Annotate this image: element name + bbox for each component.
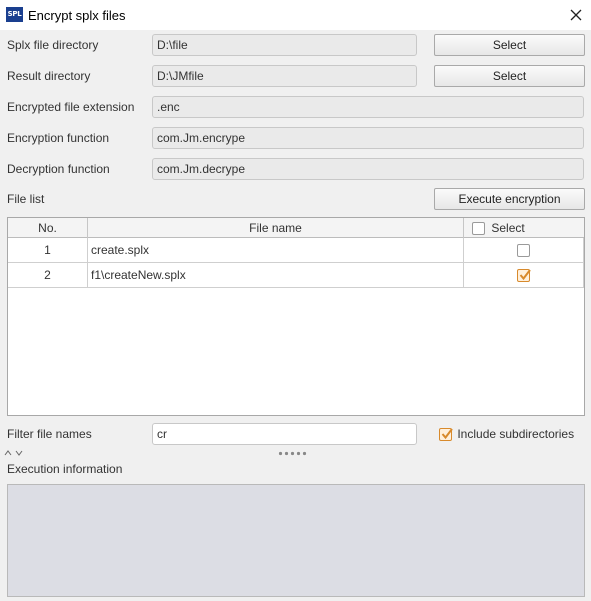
close-button[interactable] (564, 4, 588, 26)
result-dir-label: Result directory (7, 69, 91, 83)
include-subdirs-toggle[interactable]: Include subdirectories (439, 427, 575, 442)
close-icon (570, 9, 582, 21)
execution-info-label: Execution information (7, 462, 123, 476)
splx-dir-select-button[interactable]: Select (434, 34, 585, 56)
result-dir-field[interactable]: D:\JMfile (152, 65, 417, 87)
col-no-header[interactable]: No. (8, 218, 88, 238)
execute-encryption-button[interactable]: Execute encryption (434, 188, 585, 210)
ext-field[interactable]: .enc (152, 96, 584, 118)
splx-dir-field[interactable]: D:\file (152, 34, 417, 56)
enc-func-field[interactable]: com.Jm.encrype (152, 127, 584, 149)
row-no: 1 (8, 238, 88, 262)
filter-label: Filter file names (7, 427, 92, 441)
include-subdirs-checkbox[interactable] (439, 428, 453, 442)
enc-func-label: Encryption function (7, 131, 110, 145)
row-select-cell (464, 238, 584, 262)
col-name-header[interactable]: File name (88, 218, 464, 238)
col-select-header[interactable]: Select (464, 218, 584, 238)
splx-dir-label: Splx file directory (7, 38, 99, 52)
row-no: 2 (8, 263, 88, 287)
table-header: No. File name Select (8, 218, 584, 238)
select-all-checkbox[interactable] (472, 222, 485, 236)
include-subdirs-label: Include subdirectories (457, 427, 575, 441)
table-row[interactable]: 2 f1\createNew.splx (8, 263, 584, 288)
file-list-label: File list (7, 192, 45, 206)
table-row[interactable]: 1 create.splx (8, 238, 584, 263)
dec-func-field[interactable]: com.Jm.decrype (152, 158, 584, 180)
row-select-cell (464, 263, 584, 287)
collapse-arrows-icon[interactable] (4, 449, 26, 457)
window-title: Encrypt splx files (28, 8, 126, 23)
file-table: No. File name Select 1 create.splx 2 f1\… (7, 217, 585, 416)
checkmark-icon (519, 269, 531, 281)
row-select-checkbox[interactable] (517, 244, 530, 258)
title-bar: SPL Encrypt splx files (0, 0, 591, 30)
row-select-checkbox[interactable] (517, 269, 531, 283)
row-file-name: create.splx (88, 238, 464, 262)
splitter[interactable] (0, 448, 591, 458)
dec-func-label: Decryption function (7, 162, 110, 176)
checkmark-icon (441, 428, 453, 440)
ext-label: Encrypted file extension (7, 100, 135, 114)
result-dir-select-button[interactable]: Select (434, 65, 585, 87)
row-file-name: f1\createNew.splx (88, 263, 464, 287)
col-select-label: Select (491, 221, 525, 235)
filter-input[interactable]: cr (152, 423, 417, 445)
drag-handle-icon[interactable] (278, 451, 312, 456)
execution-info-area[interactable] (7, 484, 585, 597)
app-logo-icon: SPL (6, 7, 23, 22)
